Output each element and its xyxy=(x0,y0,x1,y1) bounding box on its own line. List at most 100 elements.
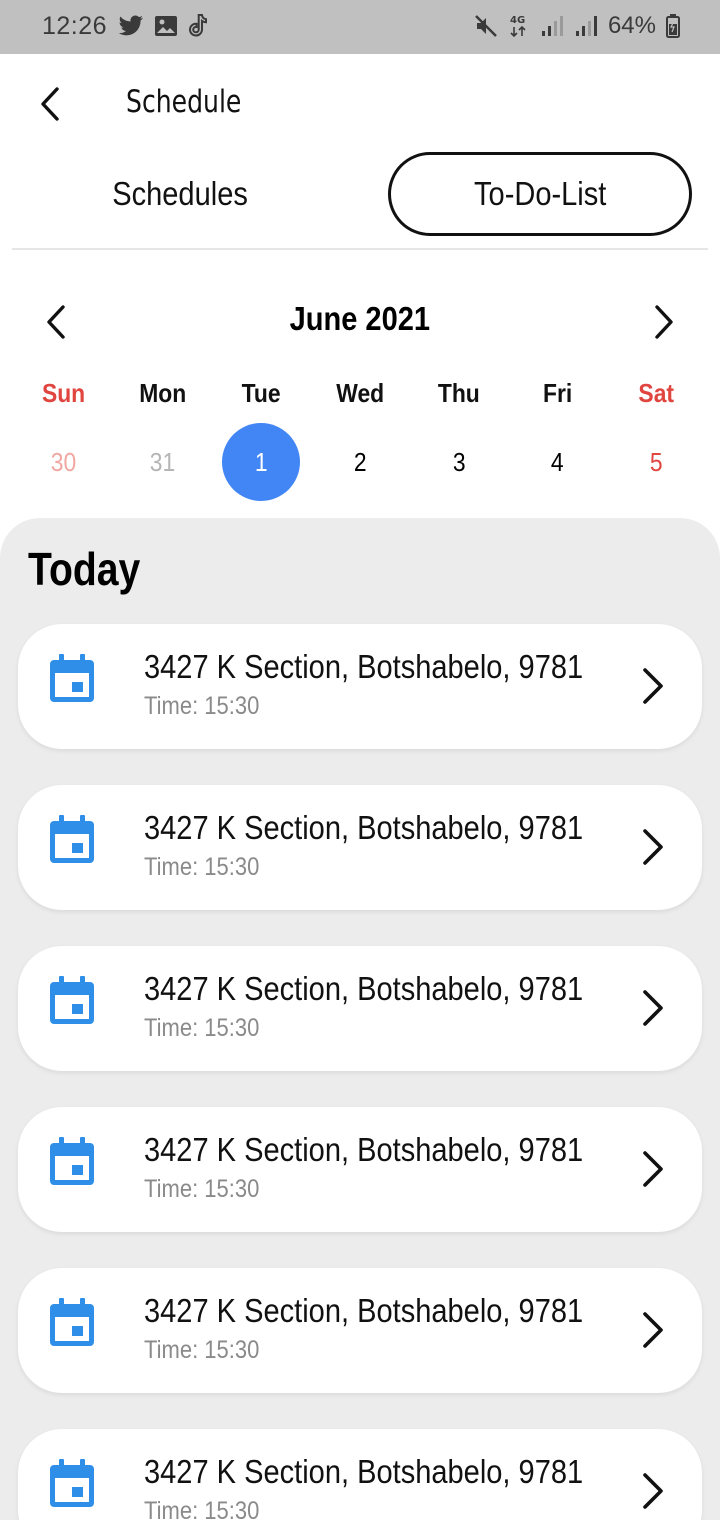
card-address-text: 3427 K Section, Botshabelo, 9781 xyxy=(144,648,584,685)
weekday-fri: Fri xyxy=(508,378,607,409)
day-number: 2 xyxy=(353,446,367,477)
weekday-mon: Mon xyxy=(113,378,212,409)
card-time: Time: 15:30 xyxy=(144,1014,275,1043)
tiktok-icon xyxy=(188,14,207,37)
today-title: Today xyxy=(28,542,160,596)
card-address: 3427 K Section, Botshabelo, 9781 xyxy=(144,809,643,847)
chevron-right-icon xyxy=(643,1312,663,1348)
battery-icon xyxy=(666,14,680,38)
calendar-icon xyxy=(50,1137,94,1185)
signal-icon xyxy=(575,16,597,36)
schedule-card[interactable]: 3427 K Section, Botshabelo, 9781 Time: 1… xyxy=(18,785,702,910)
day-cell[interactable]: 5 xyxy=(607,422,706,502)
weekday-label: Sat xyxy=(638,378,675,408)
back-button[interactable] xyxy=(30,82,70,126)
weekday-label: Wed xyxy=(335,378,384,408)
status-notification-icons xyxy=(118,14,208,38)
tab-to-do-list-label: To-Do-List xyxy=(473,175,607,212)
day-number: 5 xyxy=(650,446,663,477)
weekday-sun: Sun xyxy=(14,378,113,409)
card-time-text: Time: 15:30 xyxy=(144,692,260,720)
calendar-icon xyxy=(50,654,94,702)
chevron-right-icon xyxy=(643,668,663,704)
card-address-text: 3427 K Section, Botshabelo, 9781 xyxy=(144,970,584,1007)
day-number: 4 xyxy=(551,446,565,477)
schedule-card[interactable]: 3427 K Section, Botshabelo, 9781 Time: 1… xyxy=(18,946,702,1071)
day-cell[interactable]: 31 xyxy=(113,422,212,502)
day-cell[interactable]: 3 xyxy=(409,422,508,502)
card-address: 3427 K Section, Botshabelo, 9781 xyxy=(144,1453,643,1491)
card-time: Time: 15:30 xyxy=(144,1336,275,1365)
month-title: June 2021 xyxy=(0,300,720,338)
battery-percent: 64% xyxy=(607,12,656,39)
card-time: Time: 15:30 xyxy=(144,1175,275,1204)
schedule-card[interactable]: 3427 K Section, Botshabelo, 9781 Time: 1… xyxy=(18,1107,702,1232)
chevron-right-icon xyxy=(643,1473,663,1509)
card-address-text: 3427 K Section, Botshabelo, 9781 xyxy=(144,1292,584,1329)
card-time-text: Time: 15:30 xyxy=(144,1175,260,1203)
day-cell[interactable]: 2 xyxy=(311,422,410,502)
status-system-icons: 4G 64% xyxy=(474,12,680,40)
page-title: Schedule xyxy=(126,84,242,120)
calendar-icon xyxy=(50,1459,94,1507)
calendar-icon xyxy=(50,976,94,1024)
status-time: 12:26 xyxy=(42,12,108,40)
next-month-button[interactable] xyxy=(644,300,684,344)
signal-icon xyxy=(541,16,563,36)
day-number: 1 xyxy=(254,446,268,477)
card-address-text: 3427 K Section, Botshabelo, 9781 xyxy=(144,809,584,846)
month-navigation: June 2021 xyxy=(0,286,720,356)
schedule-card[interactable]: 3427 K Section, Botshabelo, 9781 Time: 1… xyxy=(18,1429,702,1520)
weekday-wed: Wed xyxy=(311,378,410,409)
card-address: 3427 K Section, Botshabelo, 9781 xyxy=(144,1131,643,1169)
mute-icon xyxy=(475,15,497,37)
chevron-right-icon xyxy=(643,829,663,865)
day-number: 3 xyxy=(452,446,466,477)
week-days-row: 30 31 1 2 3 4 5 xyxy=(14,422,706,502)
card-address-text: 3427 K Section, Botshabelo, 9781 xyxy=(144,1131,584,1168)
weekday-tue: Tue xyxy=(212,378,311,409)
weekday-label: Sun xyxy=(41,378,86,408)
day-cell-selected[interactable]: 1 xyxy=(212,422,311,502)
weekday-label: Thu xyxy=(437,378,480,408)
month-title-text: June 2021 xyxy=(289,300,431,337)
weekday-label: Fri xyxy=(543,378,573,408)
day-number: 30 xyxy=(50,446,77,477)
weekday-label: Tue xyxy=(241,378,281,408)
day-number: 31 xyxy=(149,446,175,477)
app-bar: Schedule xyxy=(0,54,720,152)
card-time-text: Time: 15:30 xyxy=(144,1014,260,1042)
chevron-right-icon xyxy=(643,1151,663,1187)
tab-to-do-list[interactable]: To-Do-List xyxy=(388,152,692,236)
chevron-right-icon xyxy=(655,305,673,339)
weekday-header: Sun Mon Tue Wed Thu Fri Sat xyxy=(14,378,706,409)
card-address: 3427 K Section, Botshabelo, 9781 xyxy=(144,1292,643,1330)
weekday-sat: Sat xyxy=(607,378,706,409)
schedule-card[interactable]: 3427 K Section, Botshabelo, 9781 Time: 1… xyxy=(18,624,702,749)
back-arrow-icon xyxy=(41,87,59,121)
today-title-text: Today xyxy=(28,543,141,595)
card-time-text: Time: 15:30 xyxy=(144,853,260,881)
calendar-icon xyxy=(50,815,94,863)
tab-schedules[interactable]: Schedules xyxy=(0,152,360,236)
calendar-icon xyxy=(50,1298,94,1346)
tab-schedules-label: Schedules xyxy=(112,175,248,212)
card-address: 3427 K Section, Botshabelo, 9781 xyxy=(144,970,643,1008)
network-4g-icon: 4G xyxy=(510,15,526,38)
card-address: 3427 K Section, Botshabelo, 9781 xyxy=(144,648,643,686)
card-time: Time: 15:30 xyxy=(144,1497,275,1520)
svg-text:4G: 4G xyxy=(510,15,525,26)
schedule-card[interactable]: 3427 K Section, Botshabelo, 9781 Time: 1… xyxy=(18,1268,702,1393)
card-address-text: 3427 K Section, Botshabelo, 9781 xyxy=(144,1453,584,1490)
twitter-icon xyxy=(118,15,144,36)
card-time: Time: 15:30 xyxy=(144,853,275,882)
card-time: Time: 15:30 xyxy=(144,692,275,721)
day-cell[interactable]: 4 xyxy=(508,422,607,502)
weekday-label: Mon xyxy=(138,378,186,408)
status-bar: 12:26 4G 64% xyxy=(0,0,720,54)
image-icon xyxy=(155,16,177,36)
tab-divider xyxy=(12,248,708,250)
today-panel: Today 3427 K Section, Botshabelo, 9781 T… xyxy=(0,518,720,1520)
day-cell[interactable]: 30 xyxy=(14,422,113,502)
card-time-text: Time: 15:30 xyxy=(144,1497,260,1520)
